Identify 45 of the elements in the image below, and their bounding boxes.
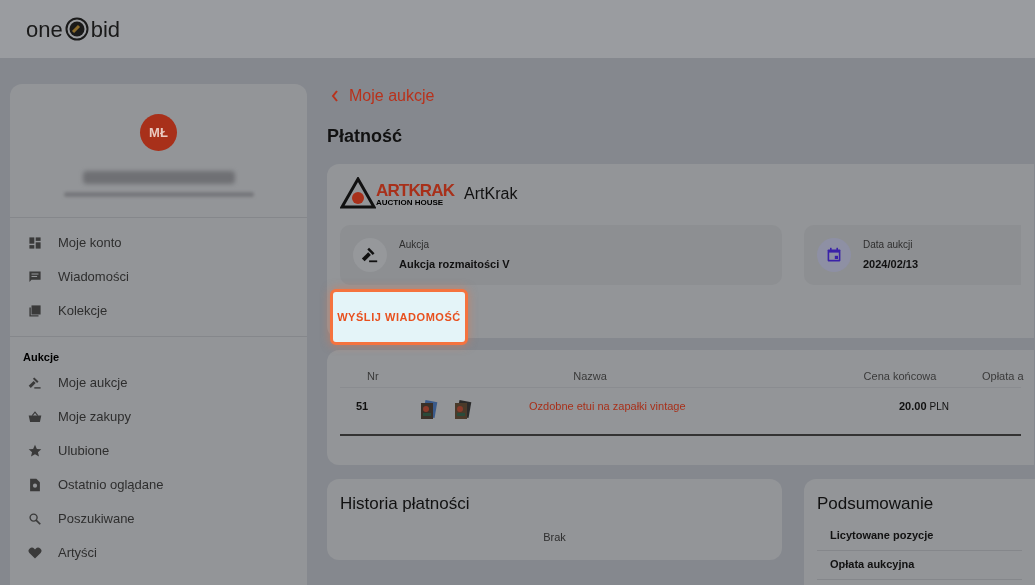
basket-icon	[28, 409, 42, 424]
seller-name: ArtKrak	[464, 184, 518, 204]
calendar-icon	[826, 247, 842, 263]
sidebar-item[interactable]: Kolekcje	[58, 301, 108, 321]
card-title: Podsumowanie	[817, 493, 935, 515]
sidebar-item[interactable]: Moje zakupy	[58, 406, 131, 427]
sidebar-item[interactable]: Poszukiwane	[58, 508, 135, 529]
info-label: Aukcja	[399, 238, 430, 253]
table-cell-text: 51	[355, 398, 370, 414]
chevron-left-icon	[331, 90, 339, 102]
summary-label: Licytowane pozycje	[830, 528, 934, 544]
section-heading: Aukcje	[22, 350, 61, 365]
sidebar-item[interactable]: Artyści	[58, 542, 97, 563]
column-header: Opłata a	[981, 369, 1025, 384]
info-value: Aukcja rozmaitości V	[399, 257, 510, 273]
summary-label: Opłata aukcyjna	[830, 557, 915, 573]
sidebar-item[interactable]: Wiadomości	[58, 267, 129, 287]
empty-text: Brak	[542, 529, 567, 545]
page-title: Płatność	[327, 125, 404, 148]
document-search-icon	[28, 477, 42, 492]
logo-text: bid	[90, 15, 121, 44]
info-label: Data aukcji	[863, 238, 914, 253]
search-icon	[28, 511, 42, 526]
sidebar-item[interactable]: Moje aukcje	[58, 372, 128, 393]
heart-icon	[28, 545, 42, 560]
card-title: Historia płatności	[340, 493, 471, 515]
gavel-icon	[361, 246, 379, 264]
gavel-logo-icon	[64, 17, 89, 41]
avatar: MŁ	[140, 114, 177, 151]
seller-logo: ARTKRAK AUCTION HOUSE	[340, 177, 455, 211]
sidebar-item[interactable]: Ulubione	[58, 440, 110, 461]
table-cell-text: 20.00 PLN	[898, 398, 950, 414]
info-value: 2024/02/13	[863, 257, 919, 273]
dashboard-icon	[28, 236, 42, 250]
library-icon	[28, 304, 42, 318]
column-header: Nr	[366, 369, 380, 384]
send-message-button[interactable]: WYŚLIJ WIADOMOŚĆ	[337, 308, 461, 326]
logo-text: one	[26, 15, 63, 44]
star-icon	[28, 443, 42, 458]
column-header: Cena końcowa	[862, 369, 938, 384]
sidebar-item[interactable]: Moje konto	[58, 233, 122, 253]
message-icon	[28, 270, 42, 284]
gavel-icon	[28, 375, 42, 390]
sidebar-item[interactable]: Ostatnio oglądane	[58, 474, 164, 495]
column-header: Nazwa	[572, 369, 608, 384]
